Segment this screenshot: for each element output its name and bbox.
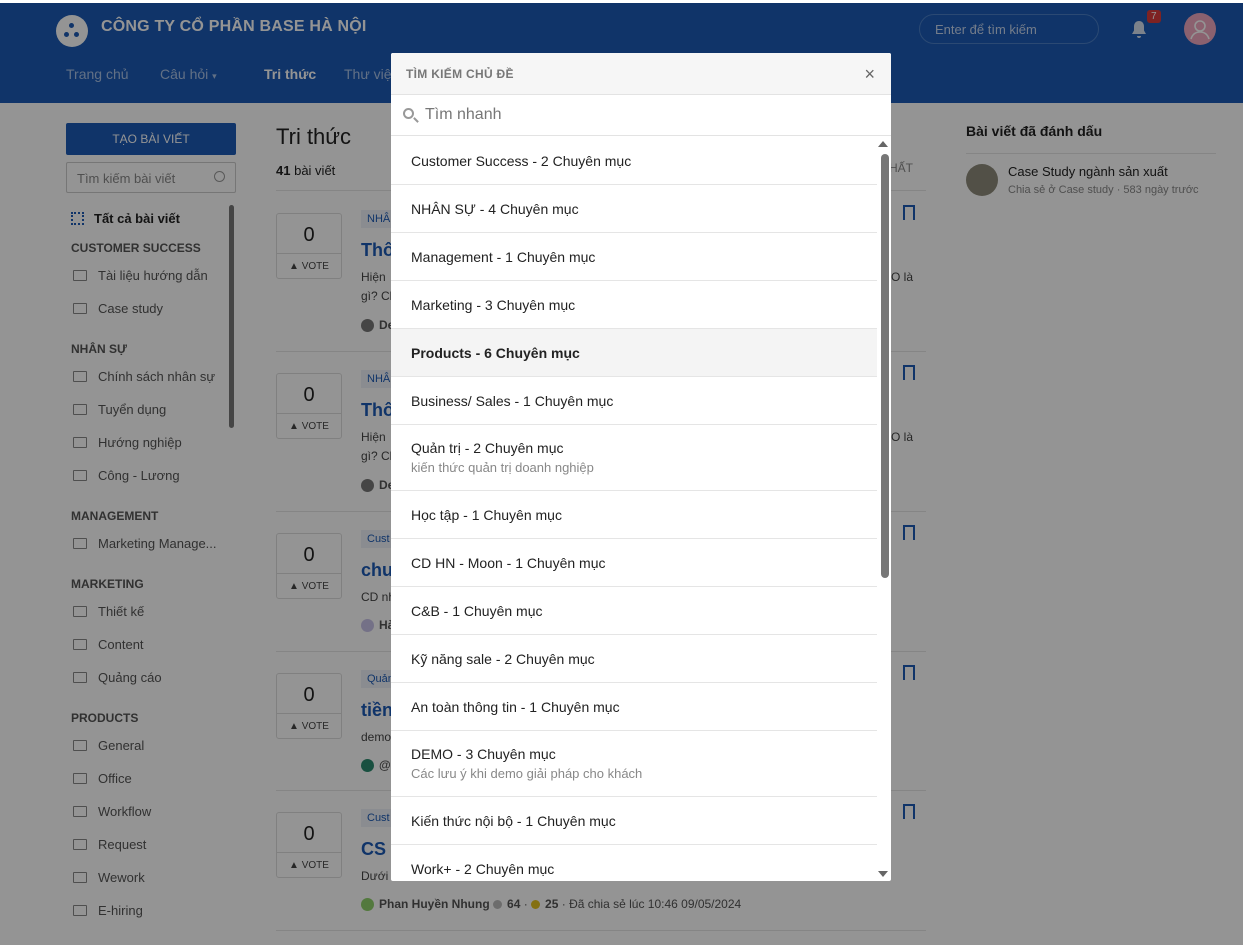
topic-item[interactable]: Customer Success - 2 Chuyên mục — [391, 137, 877, 185]
topic-item[interactable]: Work+ - 2 Chuyên mục — [391, 845, 877, 881]
topic-label: Quản trị - 2 Chuyên mục — [411, 440, 564, 456]
topic-item[interactable]: Management - 1 Chuyên mục — [391, 233, 877, 281]
topic-label: Products - 6 Chuyên mục — [411, 344, 580, 361]
topic-label: Học tập - 1 Chuyên mục — [411, 506, 562, 523]
topic-label: CD HN - Moon - 1 Chuyên mục — [411, 554, 606, 571]
topic-item[interactable]: Business/ Sales - 1 Chuyên mục — [391, 377, 877, 425]
modal-header: TÌM KIẾM CHỦ ĐỀ × — [391, 53, 891, 95]
topic-item[interactable]: DEMO - 3 Chuyên mục Các lưu ý khi demo gi… — [391, 731, 877, 797]
topic-item[interactable]: C&B - 1 Chuyên mục — [391, 587, 877, 635]
topic-item[interactable]: Marketing - 3 Chuyên mục — [391, 281, 877, 329]
close-icon[interactable]: × — [864, 64, 875, 85]
topic-item[interactable]: Quản trị - 2 Chuyên mục kiến thức quản tr… — [391, 425, 877, 491]
topic-search-input[interactable] — [425, 103, 865, 127]
modal-title: TÌM KIẾM CHỦ ĐỀ — [406, 67, 514, 81]
topic-label: C&B - 1 Chuyên mục — [411, 602, 543, 619]
modal-search — [391, 95, 891, 136]
search-icon — [403, 108, 414, 119]
topic-item[interactable]: Kiến thức nội bộ - 1 Chuyên mục — [391, 797, 877, 845]
topic-description: kiến thức quản trị doanh nghiệp — [411, 460, 594, 475]
topic-item[interactable]: An toàn thông tin - 1 Chuyên mục — [391, 683, 877, 731]
topic-label: NHÂN SỰ - 4 Chuyên mục — [411, 200, 579, 217]
topic-label: An toàn thông tin - 1 Chuyên mục — [411, 698, 620, 715]
topic-label: Work+ - 2 Chuyên mục — [411, 860, 555, 877]
topic-label: Kỹ năng sale - 2 Chuyên mục — [411, 650, 595, 667]
topic-description: Các lưu ý khi demo giải pháp cho khách — [411, 766, 643, 781]
topic-item[interactable]: Học tập - 1 Chuyên mục — [391, 491, 877, 539]
scroll-down-icon[interactable] — [878, 871, 888, 877]
topic-label: Management - 1 Chuyên mục — [411, 248, 596, 265]
topic-list: Customer Success - 2 Chuyên mục NHÂN SỰ … — [391, 137, 877, 881]
scroll-up-icon[interactable] — [878, 141, 888, 147]
topic-label: Marketing - 3 Chuyên mục — [411, 296, 576, 313]
topic-item[interactable]: NHÂN SỰ - 4 Chuyên mục — [391, 185, 877, 233]
topic-label: DEMO - 3 Chuyên mục — [411, 746, 556, 762]
topic-label: Business/ Sales - 1 Chuyên mục — [411, 392, 614, 409]
topic-item[interactable]: Kỹ năng sale - 2 Chuyên mục — [391, 635, 877, 683]
topic-item-highlighted[interactable]: Products - 6 Chuyên mục — [391, 329, 877, 377]
modal-scrollbar[interactable] — [881, 154, 889, 578]
topic-item[interactable]: CD HN - Moon - 1 Chuyên mục — [391, 539, 877, 587]
topic-label: Kiến thức nội bộ - 1 Chuyên mục — [411, 812, 616, 829]
topic-label: Customer Success - 2 Chuyên mục — [411, 152, 632, 169]
topic-search-modal: TÌM KIẾM CHỦ ĐỀ × Customer Success - 2 C… — [391, 53, 891, 881]
